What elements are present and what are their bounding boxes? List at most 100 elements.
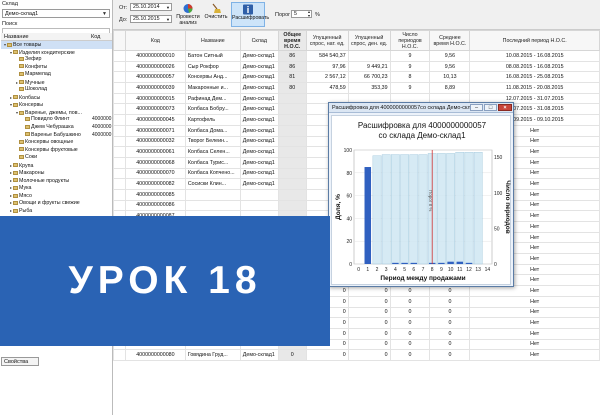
row-indicator[interactable] [113,156,126,169]
warehouse-select-value: Демо-склад1 [5,11,39,17]
tree-item[interactable]: ▸ Макароны [1,169,112,177]
percent-sign: % [315,12,320,18]
tree-col-name[interactable]: Название [4,34,29,40]
row-indicator[interactable] [113,135,126,148]
tree-item[interactable]: ▸ Рыба [1,207,112,215]
column-header[interactable]: Код [124,30,186,51]
table-row[interactable]: 4000000000026 Сыр Рокфор Демо-склад1 86 97,9… [113,60,600,73]
tree-item[interactable]: Повидло Флинт 4000000 [1,116,112,124]
to-date-input[interactable]: 25.10.2015 ▼ [130,15,172,23]
table-cell: 0 [347,317,391,329]
row-indicator[interactable] [113,103,126,116]
y-tick-label: 100 [344,148,353,154]
row-indicator[interactable] [113,178,126,190]
row-indicator[interactable] [113,82,126,94]
x-tick-label: 6 [412,267,415,273]
info-icon [243,4,253,15]
folder-icon [19,71,24,76]
table-cell: Нет [469,349,600,361]
tree-item[interactable]: Зефир [1,56,112,64]
tree-item[interactable]: ▾ Варенье, джемы, пов... [1,109,112,117]
column-header[interactable]: Упущенный спрос, ден. ед. [347,30,391,51]
decode-button[interactable]: Расшифровать [231,2,269,27]
column-header[interactable]: Среднее время Н.О.С. [429,30,471,51]
row-indicator[interactable] [113,146,126,158]
tree-item[interactable]: Мармелад [1,71,112,79]
row-indicator[interactable] [113,114,126,126]
properties-button-label: Свойства [4,359,29,365]
bar-1-7 [418,154,428,265]
table-cell: 4000000000082 [124,178,186,190]
tree-item[interactable]: Соки [1,154,112,162]
tree-item[interactable]: Варенье Бабушкино 4000000 [1,132,112,140]
tree-item[interactable]: ▸ Овощи и фрукты свежие [1,199,112,207]
column-header[interactable]: Склад [239,30,279,51]
y2-tick-label: 150 [494,155,503,161]
table-row[interactable]: 4000000000057 Консервы Анд... Демо-склад1 8… [113,71,600,84]
properties-button[interactable]: Свойства [1,357,39,366]
minimize-button[interactable]: – [470,104,483,111]
row-indicator[interactable] [113,60,126,73]
table-row[interactable]: 4000000000080 Говядина Груд... Демо-склад1… [113,349,600,361]
tree-item-label: Джем Чебурашка [31,124,74,131]
tree-item[interactable]: ▾ Консервы [1,101,112,109]
row-indicator[interactable] [113,124,126,137]
clear-button[interactable]: Очистить [203,2,229,27]
chart-title-line2: со склада Демо-склад1 [378,131,466,140]
tree-item-label: Все товары [13,42,42,48]
folder-icon [19,86,24,91]
column-header[interactable]: Общее время Н.О.С. [277,30,307,51]
tree-col-code[interactable]: Код [91,34,100,40]
table-cell: Демо-склад1 [239,92,279,105]
analyze-button[interactable]: Провести анализ [175,2,201,27]
tree-item[interactable]: ▾ Изделия кондитерские [1,49,112,57]
column-header[interactable]: Название [184,30,241,51]
tree-item[interactable]: ▾ Все товары [1,41,112,49]
table-cell [239,188,279,201]
table-cell: Сыр Рокфор [184,60,241,73]
row-indicator[interactable] [113,188,126,201]
table-cell: Демо-склад1 [239,114,279,126]
row-indicator[interactable] [113,349,126,361]
tree-item[interactable]: ▸ Мука [1,184,112,192]
tree-item[interactable]: Шоколад [1,86,112,94]
tree-item[interactable]: Джем Чебурашка 4000000 [1,124,112,132]
tree-item[interactable]: ▸ Молочные продукты [1,177,112,185]
row-indicator[interactable] [113,71,126,84]
table-cell [184,188,241,201]
table-row[interactable]: 4000000000010 Батон Ситный Демо-склад1 86 58… [113,50,600,62]
row-indicator[interactable] [113,167,126,180]
from-date-input[interactable]: 25.10.2014 ▼ [130,3,172,11]
column-header[interactable]: Упущенный спрос, нат. ед. [305,30,349,51]
folder-icon [13,201,18,206]
tree-item[interactable]: Консервы фруктовые [1,147,112,155]
table-cell [277,103,307,116]
table-cell: 0 [429,338,471,351]
row-indicator[interactable] [113,50,126,62]
tree-item[interactable]: ▸ Мучные [1,79,112,87]
tree-item-label: Зефир [25,56,42,63]
tree-item[interactable]: ▸ Колбасы [1,94,112,102]
threshold-input[interactable]: 5 ▴ ▾ [291,10,312,18]
row-indicator[interactable] [113,92,126,105]
y-tick-label: 80 [346,171,352,177]
pie-chart-icon [183,4,193,13]
app-window: Склад Демо-склад1 ▼ Поиск Название Код ▾… [0,0,600,415]
tree-item[interactable]: Консервы овощные [1,139,112,147]
tree-item[interactable]: Конфеты [1,64,112,72]
spin-up-icon[interactable]: ▴ ▾ [308,10,310,18]
table-row[interactable]: 4000000000039 Макаронные и... Демо-склад1 8… [113,82,600,94]
tree-item-label: Соки [25,154,38,161]
tree-item[interactable]: ▸ Мясо [1,192,112,200]
row-indicator[interactable] [113,199,126,212]
maximize-button[interactable]: □ [484,104,497,111]
table-cell: 0 [389,285,431,297]
folder-icon [19,56,24,61]
column-header[interactable]: Последний период Н.О.С. [469,30,600,51]
tree-item[interactable]: ▸ Крупа [1,162,112,170]
tree-item-label: Молочные продукты [19,177,70,184]
warehouse-select[interactable]: Демо-склад1 ▼ [2,9,110,18]
table-cell: 10,13 [429,71,471,84]
close-button[interactable]: × [498,104,512,111]
column-header[interactable]: Число периодов Н.О.С. [389,30,431,51]
